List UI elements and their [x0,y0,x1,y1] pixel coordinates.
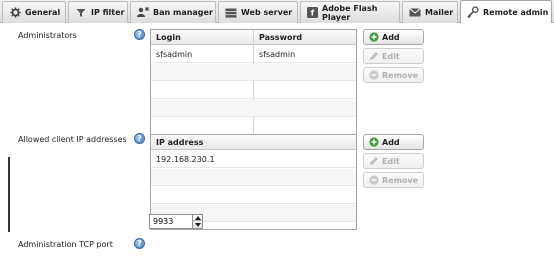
column-header-ip-address[interactable]: IP address [151,135,356,150]
column-header-login[interactable]: Login [151,30,253,45]
password-cell: sfsadmin [259,50,296,59]
add-administrator-button[interactable]: Add [363,29,424,45]
tab-label: Adobe Flash Player [322,3,378,22]
empty-row [151,82,356,99]
help-icon[interactable]: ? [134,29,145,40]
edit-ip-button[interactable]: Edit [363,153,424,169]
pencil-icon [369,156,379,166]
tcp-port-stepper[interactable] [192,214,203,229]
remove-icon [369,70,379,80]
allowed-ips-label: Allowed client IP addresses [18,135,127,144]
empty-row [151,100,356,117]
tab-adobe-flash-player[interactable]: f Adobe Flash Player [300,1,400,23]
column-header-password[interactable]: Password [254,30,356,45]
pencil-icon [369,51,379,61]
remove-administrator-button[interactable]: Remove [363,67,424,83]
tab-label: Mailer [425,8,454,17]
remove-ip-button[interactable]: Remove [363,172,424,188]
ip-address-cell: 192.168.230.1 [156,155,215,164]
table-header: IP address [151,135,356,150]
edit-label: Edit [382,51,400,61]
envelope-icon [409,7,421,19]
remote-admin-icon [467,6,479,18]
tab-general[interactable]: General [2,1,66,23]
add-icon [369,32,379,42]
empty-row [151,187,356,204]
funnel-icon [75,7,87,19]
server-icon [225,7,237,19]
tab-label: Ban manager [153,8,213,17]
edit-administrator-button[interactable]: Edit [363,48,424,64]
tab-remote-admin[interactable]: Remote admin [460,0,552,23]
tab-label: Remote admin [483,7,549,17]
tcp-port-input[interactable] [149,214,195,229]
help-icon[interactable]: ? [134,238,145,249]
stepper-down-icon[interactable] [193,222,202,228]
tab-web-server[interactable]: Web server [218,1,298,23]
table-row[interactable]: sfsadmin sfsadmin [151,46,356,63]
add-label: Add [382,32,400,42]
tab-label: IP filter [91,8,125,17]
tab-bar: General IP filter Ban manager Web server… [0,0,554,23]
empty-row [151,118,356,135]
empty-row [151,64,356,81]
help-icon[interactable]: ? [134,133,145,144]
table-row[interactable]: 192.168.230.1 [151,151,356,168]
empty-row [151,169,356,186]
remote-admin-panel: Administrators ? Login Password sfsadmin… [0,24,554,262]
ban-user-icon [137,7,149,19]
add-icon [369,137,379,147]
tcp-port-label: Administration TCP port [18,240,113,249]
remove-icon [369,175,379,185]
tab-mailer[interactable]: Mailer [402,1,458,23]
left-divider [8,157,10,232]
tab-ip-filter[interactable]: IP filter [68,1,128,23]
remove-label: Remove [382,70,419,80]
tab-ban-manager[interactable]: Ban manager [130,1,216,23]
flash-icon: f [307,7,318,19]
add-ip-button[interactable]: Add [363,134,424,150]
stepper-up-icon[interactable] [193,215,202,221]
tab-label: Web server [241,8,293,17]
tab-label: General [25,8,61,17]
remove-label: Remove [382,175,419,185]
administrators-table: Login Password sfsadmin sfsadmin [150,29,357,140]
administrators-label: Administrators [18,31,77,40]
svg-text:f: f [311,9,315,18]
add-label: Add [382,137,400,147]
edit-label: Edit [382,156,400,166]
gear-icon [9,7,21,19]
login-cell: sfsadmin [156,50,193,59]
